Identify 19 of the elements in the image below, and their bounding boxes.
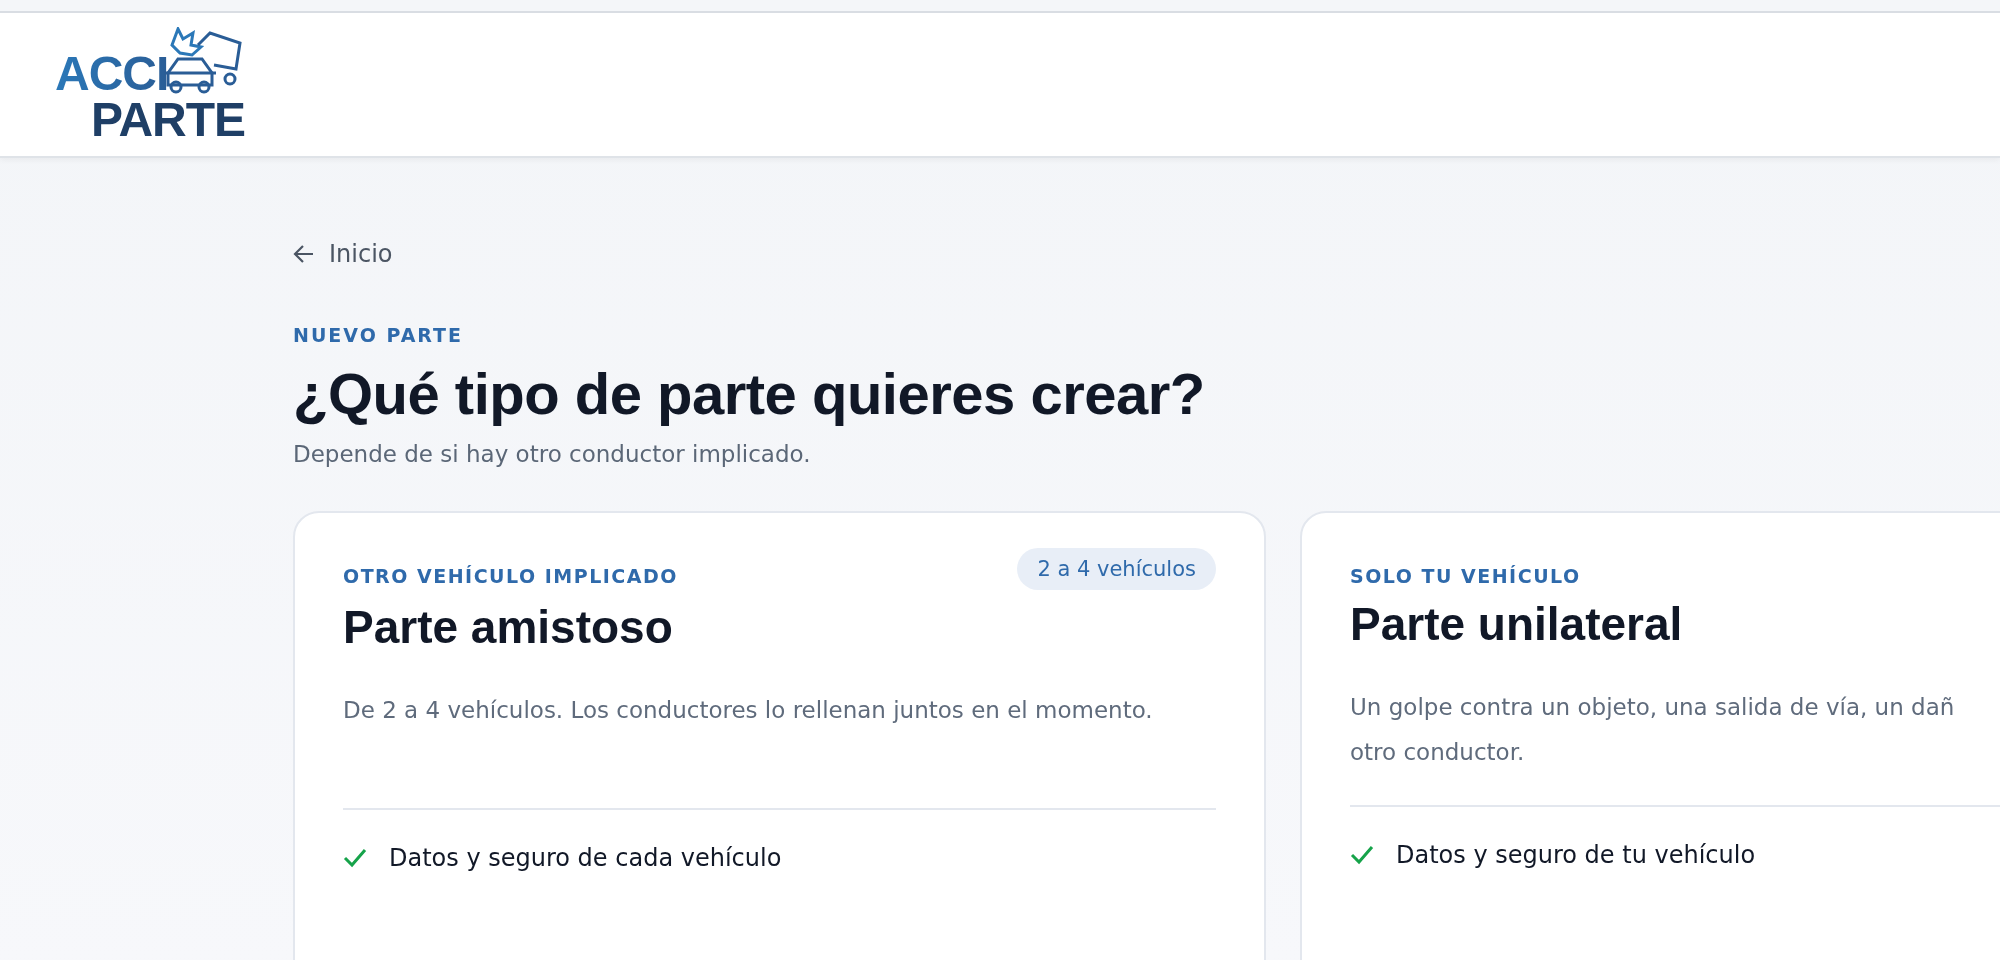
app-logo[interactable]: ACCI PARTE bbox=[55, 26, 247, 143]
option-card[interactable]: SOLO TU VEHÍCULO Parte unilateral Un golpe contra un objeto, una salida de vía, un dañ otro conductor. Datos y seguro de tu vehículo bbox=[1300, 511, 2000, 960]
feature-text: Datos y seguro de tu vehículo bbox=[1396, 841, 1756, 869]
card-description: De 2 a 4 vehículos. Los conductores lo rellenan juntos en el momento. bbox=[343, 696, 1154, 725]
check-icon bbox=[1350, 845, 1374, 865]
card-eyebrow: OTRO VEHÍCULO IMPLICADO bbox=[343, 565, 678, 587]
section-eyebrow: NUEVO PARTE bbox=[293, 324, 465, 346]
card-title: Parte amistoso bbox=[343, 600, 674, 654]
feature-text: Datos y seguro de cada vehículo bbox=[389, 844, 782, 872]
card-title: Parte unilateral bbox=[1350, 597, 1684, 651]
back-link[interactable]: Inicio bbox=[293, 240, 393, 268]
option-card[interactable]: OTRO VEHÍCULO IMPLICADO 2 a 4 vehículos Parte amistoso De 2 a 4 vehículos. Los conductores lo rellenan juntos en el momento. Datos y seguro de cada vehículo bbox=[293, 511, 1266, 960]
page-heading: ¿Qué tipo de parte quieres crear? bbox=[293, 360, 1206, 427]
card-eyebrow: SOLO TU VEHÍCULO bbox=[1350, 565, 1581, 587]
arrow-left-icon bbox=[293, 244, 315, 264]
page-subtitle: Depende de si hay otro conductor implicado. bbox=[293, 441, 812, 467]
check-icon bbox=[343, 848, 367, 868]
card-description: Un golpe contra un objeto, una salida de vía, un dañ otro conductor. bbox=[1350, 693, 1956, 767]
count-badge: 2 a 4 vehículos bbox=[1017, 548, 1216, 590]
